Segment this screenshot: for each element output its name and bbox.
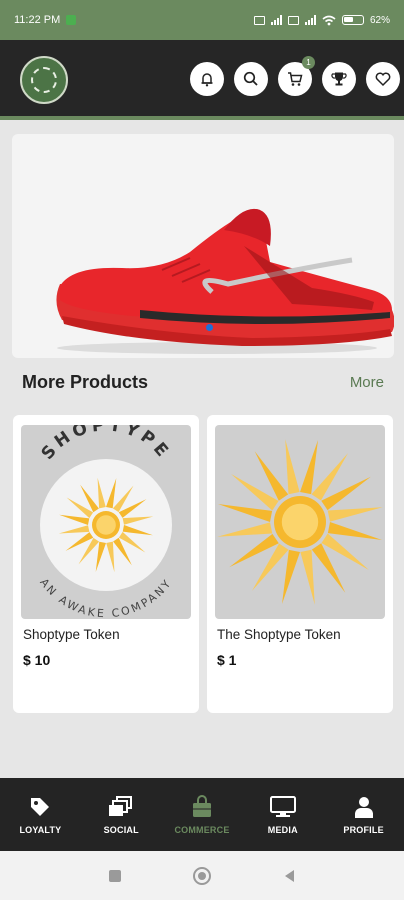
- nav-item-commerce[interactable]: COMMERCE: [162, 778, 243, 851]
- heart-icon[interactable]: [366, 62, 400, 96]
- product-price: $ 10: [23, 652, 51, 668]
- sim-icon: [253, 15, 265, 25]
- app-header: 1: [0, 40, 404, 120]
- product-price: $ 1: [217, 652, 237, 668]
- product-name: Shoptype Token: [23, 627, 120, 642]
- cards-icon: [109, 795, 133, 816]
- hero-shoe-image: [56, 208, 394, 354]
- battery-icon: [341, 15, 364, 25]
- nav-item-profile[interactable]: PROFILE: [323, 778, 404, 851]
- back-icon[interactable]: [283, 869, 295, 883]
- seal-top-text: SHOPTYPE: [38, 425, 171, 464]
- svg-text:SHOPTYPE: SHOPTYPE: [38, 425, 175, 464]
- signal-icon: [270, 15, 282, 25]
- product-image-shoptype-token: SHOPTYPE AN AWAKE COMPANY: [21, 425, 191, 619]
- product-card[interactable]: The Shoptype Token $ 1: [207, 415, 393, 713]
- signal2-icon: [304, 15, 316, 25]
- home-icon[interactable]: [193, 866, 211, 885]
- nav-label: COMMERCE: [174, 824, 230, 835]
- cart-icon[interactable]: 1: [278, 56, 315, 96]
- status-time: 11:22 PM: [14, 14, 61, 26]
- monitor-icon: [269, 795, 296, 817]
- status-bar: 11:22 PM 62%: [0, 0, 404, 40]
- nav-item-loyalty[interactable]: LOYALTY: [0, 778, 81, 851]
- tag-icon: [31, 797, 50, 816]
- bottom-nav: LOYALTY SOCIAL COMMERCE MEDIA PROFILE: [0, 778, 404, 851]
- wifi-icon: [322, 15, 336, 25]
- nav-label: LOYALTY: [19, 824, 62, 835]
- nav-label: PROFILE: [343, 824, 384, 835]
- shopping-bag-icon: [192, 794, 211, 817]
- system-nav-bar: [0, 851, 404, 900]
- sim2-icon: [287, 15, 299, 25]
- hero-banner[interactable]: [12, 134, 394, 358]
- nav-label: MEDIA: [267, 824, 298, 835]
- recent-apps-icon[interactable]: [109, 869, 121, 882]
- app-notification-icon: [66, 15, 77, 25]
- trophy-icon[interactable]: [322, 62, 356, 96]
- product-card[interactable]: SHOPTYPE AN AWAKE COMPANY Shoptype Token…: [13, 415, 199, 713]
- product-name: The Shoptype Token: [217, 627, 341, 642]
- leaf-seal-logo-icon[interactable]: [20, 56, 68, 104]
- bell-icon[interactable]: [190, 62, 224, 96]
- nav-item-media[interactable]: MEDIA: [242, 778, 323, 851]
- product-image-the-shoptype-token: [215, 425, 385, 619]
- section-title: More Products: [22, 372, 149, 392]
- carousel-indicator-dot[interactable]: [206, 324, 213, 331]
- battery-percent: 62%: [369, 14, 390, 26]
- nav-item-social[interactable]: SOCIAL: [81, 778, 162, 851]
- cart-count-badge: 1: [302, 56, 315, 69]
- nav-label: SOCIAL: [103, 824, 139, 835]
- person-icon: [354, 796, 373, 818]
- more-link[interactable]: More: [350, 374, 384, 391]
- search-icon[interactable]: [234, 62, 268, 96]
